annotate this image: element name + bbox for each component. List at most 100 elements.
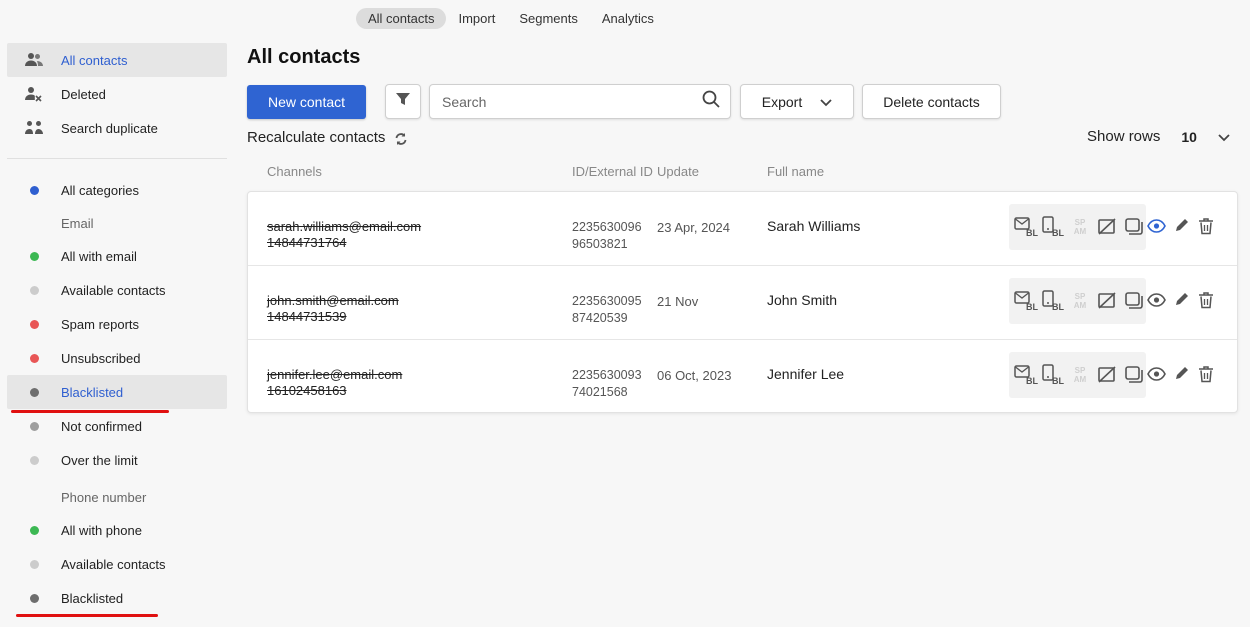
view-icon[interactable] [1146,362,1166,386]
tab-all-contacts[interactable]: All contacts [356,7,447,29]
id-cell: 2235630096 96503821 [572,219,642,253]
sidebar-item-label: All categories [61,182,140,198]
top-navigation: All contacts Import Segments Analytics [356,7,666,29]
status-dot [30,559,39,569]
recalculate-label: Recalculate contacts [247,128,386,146]
sidebar-item-available-phone[interactable]: Available contacts [7,547,227,581]
show-rows-label: Show rows [1087,128,1161,145]
sidebar-group-email: Email [61,215,94,231]
page-title: All contacts [247,46,361,68]
chevron-down-icon[interactable] [1218,134,1230,142]
sidebar-item-all-contacts[interactable]: All contacts [7,43,227,77]
chevron-down-icon [820,94,832,110]
row-actions [1146,214,1216,238]
search-icon[interactable] [702,90,720,113]
id-value: 2235630095 [572,294,642,308]
table-row[interactable]: jennifer.lee@email.com 16102458163 22356… [248,340,1237,414]
export-button[interactable]: Export [740,84,854,119]
status-dot [30,251,39,261]
spam-icon: SP AM [1068,215,1092,239]
sidebar-item-label: All contacts [61,52,128,68]
channels-cell: sarah.williams@email.com 14844731764 [267,219,421,251]
spam-icon: SP AM [1068,289,1092,313]
sidebar-item-label: Blacklisted [61,590,124,606]
delete-contacts-button[interactable]: Delete contacts [862,84,1001,119]
new-contact-button[interactable]: New contact [247,84,366,119]
column-header-update: Update [657,164,699,179]
column-header-channels: Channels [267,164,322,179]
sidebar-item-label: All with phone [61,522,142,538]
trash-icon[interactable] [1196,362,1216,386]
svg-text:BL: BL [1052,376,1064,386]
svg-text:BL: BL [1026,376,1038,386]
email-value: sarah.williams@email.com [267,219,422,234]
user-deleted-icon [25,85,43,103]
edit-icon[interactable] [1171,362,1191,386]
table-row[interactable]: john.smith@email.com 14844731539 2235630… [248,266,1237,340]
row-actions [1146,288,1216,312]
recalculate-contacts[interactable]: Recalculate contacts [247,128,408,146]
external-id-value: 96503821 [572,237,628,251]
phone-value: 16102458163 [267,383,347,398]
sidebar-item-all-with-phone[interactable]: All with phone [7,513,227,547]
search-input[interactable] [442,93,702,110]
tab-analytics[interactable]: Analytics [590,8,666,29]
tab-segments[interactable]: Segments [507,8,590,29]
svg-text:BL: BL [1026,228,1038,238]
sidebar-item-deleted[interactable]: Deleted [7,77,227,111]
table-row[interactable]: sarah.williams@email.com 14844731764 223… [248,192,1237,266]
spam-icon: SP AM [1068,363,1092,387]
unsubscribed-icon [1095,289,1119,313]
channel-status-icons: BL BL SP AM [1009,352,1146,398]
trash-icon[interactable] [1196,214,1216,238]
sidebar-item-all-categories[interactable]: All categories [7,173,227,207]
toolbar: New contact Export Delete contacts [247,84,1001,119]
edit-icon[interactable] [1171,214,1191,238]
external-id-value: 87420539 [572,311,628,325]
sidebar-item-available-email[interactable]: Available contacts [7,273,227,307]
spam-label: SP [1074,218,1086,227]
refresh-icon[interactable] [394,132,408,146]
spam-label: SP [1074,292,1086,301]
status-dot [30,593,39,603]
edit-icon[interactable] [1171,288,1191,312]
sidebar-item-label: Deleted [61,86,106,102]
trash-icon[interactable] [1196,288,1216,312]
column-header-full-name: Full name [767,164,825,179]
users-icon [25,51,43,69]
channels-cell: jennifer.lee@email.com 16102458163 [267,367,402,399]
row-actions [1146,362,1216,386]
status-dot [30,455,39,465]
status-dot [30,285,39,295]
email-value: jennifer.lee@email.com [267,367,403,382]
channel-status-icons: BL BL SP AM [1009,278,1146,324]
sidebar-item-over-the-limit[interactable]: Over the limit [7,443,227,477]
sidebar-item-search-duplicate[interactable]: Search duplicate [7,111,227,145]
sidebar-item-spam-reports[interactable]: Spam reports [7,307,227,341]
sidebar-divider [7,158,227,159]
search-box [429,84,731,119]
annotation-underline [16,614,158,617]
sidebar-item-blacklisted-phone[interactable]: Blacklisted [7,581,227,615]
filter-button[interactable] [385,84,421,119]
sidebar-item-blacklisted-email[interactable]: Blacklisted [7,375,227,409]
sidebar-item-all-with-email[interactable]: All with email [7,239,227,273]
phone-blacklist-icon: BL [1041,363,1065,387]
phone-blacklist-icon: BL [1041,289,1065,313]
view-icon[interactable] [1146,288,1166,312]
sidebar-item-not-confirmed[interactable]: Not confirmed [7,409,227,443]
view-icon[interactable] [1146,214,1166,238]
status-dot [30,387,39,397]
sidebar: All contacts Deleted Search duplicate Al… [7,43,227,615]
svg-text:BL: BL [1052,302,1064,312]
full-name-cell: John Smith [767,292,838,308]
sidebar-item-label: Spam reports [61,316,140,332]
email-blacklist-icon: BL [1014,289,1038,313]
status-dot [30,421,39,431]
export-label: Export [761,93,803,110]
sidebar-item-unsubscribed[interactable]: Unsubscribed [7,341,227,375]
full-name-cell: Sarah Williams [767,218,861,234]
update-cell: 23 Apr, 2024 [657,220,731,235]
tab-import[interactable]: Import [446,8,507,29]
show-rows-value[interactable]: 10 [1181,129,1197,145]
